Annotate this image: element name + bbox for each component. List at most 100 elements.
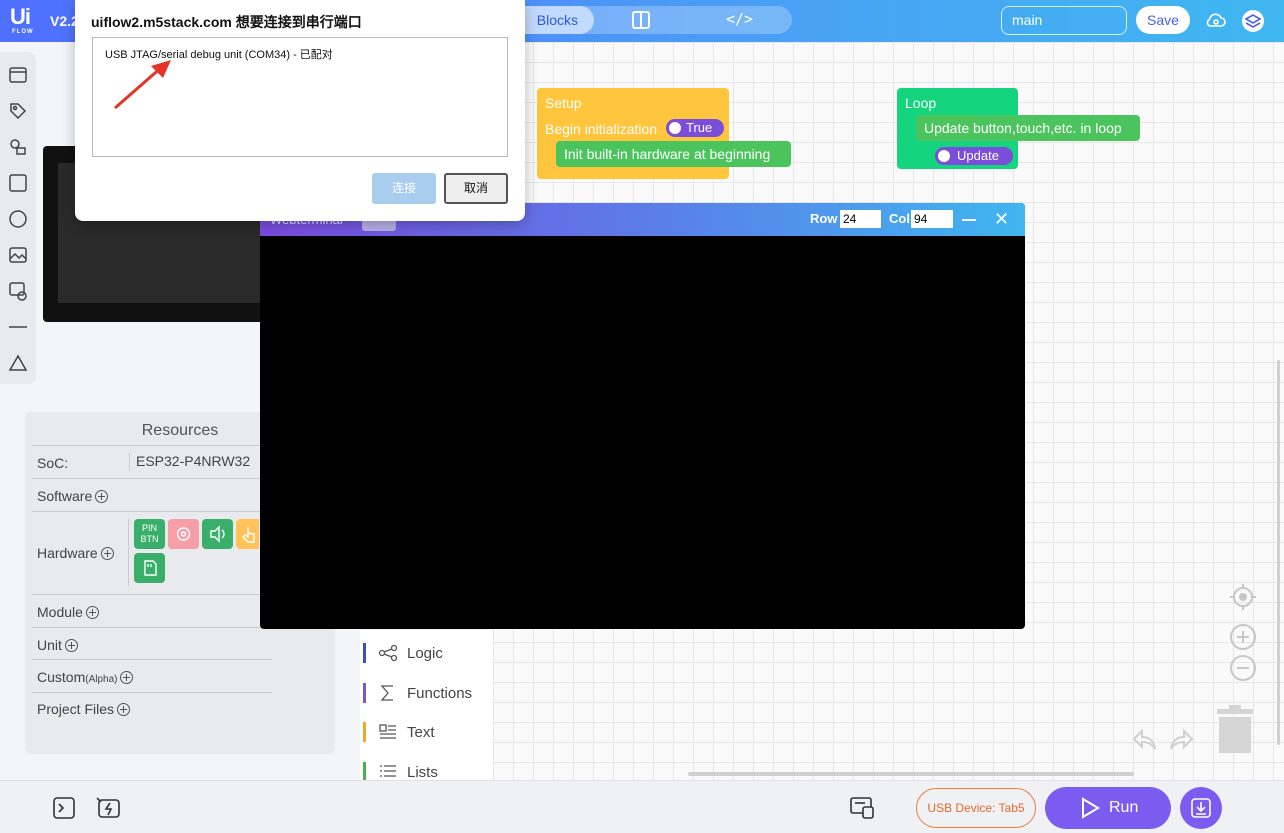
category-functions[interactable]: Functions (360, 683, 493, 707)
true-toggle[interactable]: True (666, 119, 724, 137)
sensor-chip[interactable] (168, 519, 199, 549)
block-category-list: Logic Functions Text Lists (360, 630, 493, 782)
usb-device-button[interactable]: USB Device: Tab5 (916, 788, 1036, 828)
minimize-icon[interactable] (962, 219, 976, 221)
web-terminal[interactable]: Webterminal Row Col ✕ (260, 203, 1025, 629)
custom-row[interactable]: Custom(Alpha) (32, 659, 272, 692)
category-color-bar (363, 643, 366, 663)
soc-row: SoC: ESP32-P4NRW32 (32, 445, 272, 479)
category-color-bar (363, 722, 366, 742)
add-custom-icon[interactable] (120, 671, 134, 684)
tool-rail (0, 52, 36, 384)
serial-port-list: USB JTAG/serial debug unit (COM34) - 已配对 (92, 37, 508, 157)
true-label: True (686, 120, 713, 135)
red-arrow-annotation (114, 60, 171, 110)
speaker-chip[interactable] (202, 519, 233, 549)
redo-icon[interactable] (1168, 728, 1194, 752)
hardware-label: Hardware (37, 545, 98, 561)
update-toggle[interactable]: Update (935, 147, 1013, 165)
project-files-label: Project Files (37, 701, 115, 717)
circle-icon[interactable] (8, 209, 28, 229)
play-icon (1082, 797, 1100, 819)
category-logic[interactable]: Logic (360, 643, 493, 667)
close-icon[interactable]: ✕ (994, 210, 1010, 228)
custom-label: Custom (37, 669, 86, 685)
rectangle-icon[interactable] (8, 173, 28, 193)
code-view-icon[interactable]: </> (726, 10, 753, 28)
image-gallery-icon[interactable] (8, 281, 28, 301)
col-label: Col (889, 211, 910, 226)
module-row[interactable]: Module (32, 594, 272, 627)
touch-chip[interactable] (236, 519, 259, 549)
text-icon (379, 724, 396, 739)
row-input[interactable] (840, 210, 881, 228)
zoom-in-icon[interactable] (1228, 622, 1258, 652)
sigma-icon (380, 685, 393, 701)
software-label: Software (37, 488, 93, 504)
loop-label: Loop (905, 95, 937, 111)
update-loop-block[interactable]: Update button,touch,etc. in loop (916, 115, 1140, 141)
setup-label: Setup (545, 95, 582, 111)
line-icon[interactable] (8, 317, 28, 337)
list-icon (380, 765, 396, 777)
soc-value: ESP32-P4NRW32 (129, 453, 250, 471)
serial-port-dialog: uiflow2.m5stack.com 想要连接到串行端口 USB JTAG/s… (75, 0, 525, 221)
undo-icon[interactable] (1132, 728, 1158, 752)
flash-firmware-icon[interactable] (96, 795, 122, 821)
add-software-icon[interactable] (95, 490, 109, 503)
tag-icon[interactable] (8, 101, 28, 121)
save-button[interactable]: Save (1136, 6, 1190, 34)
horizontal-scrollbar[interactable] (688, 772, 1134, 776)
run-button[interactable]: Run (1045, 787, 1171, 829)
logo-sub: FLOW (12, 29, 34, 35)
add-unit-icon[interactable] (64, 639, 78, 652)
uiflow-logo: Ui FLOW (8, 4, 42, 36)
cancel-button[interactable]: 取消 (444, 173, 508, 204)
unit-row[interactable]: Unit (32, 627, 272, 660)
image-icon[interactable] (8, 245, 28, 265)
logo-text: Ui (10, 4, 31, 29)
add-hardware-icon[interactable] (100, 547, 114, 560)
window-icon[interactable] (8, 65, 28, 85)
trash-icon[interactable] (1217, 703, 1253, 753)
category-lists-label: Lists (407, 764, 438, 781)
init-hardware-block[interactable]: Init built-in hardware at beginning (556, 141, 791, 167)
bottom-toolbar: USB Device: Tab5 Run (0, 780, 1284, 833)
vertical-scrollbar[interactable] (1277, 360, 1280, 745)
shapes-icon[interactable] (8, 137, 28, 157)
project-files-row[interactable]: Project Files (32, 692, 272, 725)
connect-button[interactable]: 连接 (372, 173, 436, 204)
loop-block[interactable]: Loop Update button,touch,etc. in loop Up… (897, 88, 1140, 169)
add-module-icon[interactable] (85, 606, 99, 619)
setup-block[interactable]: Setup Begin initialization True Init bui… (537, 88, 791, 179)
category-color-bar (363, 762, 366, 782)
hardware-divider (128, 518, 129, 586)
sd-card-chip[interactable] (134, 553, 165, 583)
col-input[interactable] (911, 210, 953, 228)
recenter-icon[interactable] (1229, 583, 1257, 611)
update-label: Update (957, 148, 999, 163)
project-name-field[interactable]: main (1001, 6, 1127, 35)
dialog-title: uiflow2.m5stack.com 想要连接到串行端口 (91, 14, 362, 30)
add-project-file-icon[interactable] (117, 703, 131, 716)
split-view-icon[interactable] (632, 11, 650, 29)
row-label: Row (810, 211, 838, 226)
alpha-tag: (Alpha) (85, 674, 118, 685)
zoom-out-icon[interactable] (1228, 653, 1258, 683)
download-button[interactable] (1180, 787, 1222, 829)
terminal-icon[interactable] (52, 796, 76, 820)
software-row[interactable]: Software (32, 478, 272, 512)
view-switcher: Blocks </> (510, 6, 792, 34)
triangle-icon[interactable] (8, 353, 28, 373)
update-loop-label: Update button,touch,etc. in loop (924, 120, 1122, 136)
device-manager-icon[interactable] (849, 795, 875, 821)
cloud-user-icon[interactable] (1204, 9, 1228, 33)
pin-button-chip[interactable]: PIN BTN (134, 519, 165, 549)
category-text[interactable]: Text (360, 722, 493, 746)
soc-label: SoC: (37, 455, 69, 471)
begin-init-label: Begin initialization (545, 121, 658, 137)
module-label: Module (37, 604, 83, 620)
init-hardware-label: Init built-in hardware at beginning (564, 146, 771, 162)
layers-icon[interactable] (1241, 9, 1265, 33)
category-logic-label: Logic (407, 645, 443, 662)
